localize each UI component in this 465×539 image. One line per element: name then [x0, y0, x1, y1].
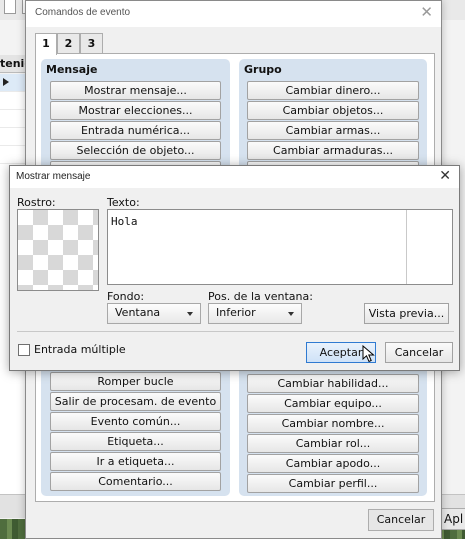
close-icon[interactable]: ✕	[439, 168, 451, 184]
change-equipment-button[interactable]: Cambiar equipo...	[247, 394, 419, 413]
chevron-down-icon	[288, 312, 294, 316]
background-select-value: Ventana	[115, 306, 161, 319]
mensaje-group-title: Mensaje	[46, 63, 98, 76]
show-choices-button[interactable]: Mostrar elecciones...	[50, 101, 221, 120]
window-position-label: Pos. de la ventana:	[208, 290, 313, 303]
window-position-select-value: Inferior	[216, 306, 256, 319]
grupo-group-title: Grupo	[244, 63, 282, 76]
toolbar-button[interactable]	[4, 0, 16, 14]
change-armors-button[interactable]: Cambiar armaduras...	[247, 141, 419, 160]
dialog-title: Mostrar mensaje	[16, 171, 91, 182]
show-text-button[interactable]: Mostrar mensaje...	[50, 81, 221, 100]
change-nickname-button[interactable]: Cambiar apodo...	[247, 454, 419, 473]
row-pointer-icon	[3, 78, 9, 86]
break-loop-button[interactable]: Romper bucle	[50, 372, 221, 391]
batch-entry-checkbox[interactable]	[18, 344, 30, 356]
dialog-cancel-button[interactable]: Cancelar	[385, 342, 453, 363]
change-items-button[interactable]: Cambiar objetos...	[247, 101, 419, 120]
close-icon[interactable]: ✕	[420, 3, 433, 21]
comment-button[interactable]: Comentario...	[50, 472, 221, 491]
background-select[interactable]: Ventana	[107, 303, 201, 324]
mouse-pointer-icon	[362, 345, 375, 363]
label-button[interactable]: Etiqueta...	[50, 432, 221, 451]
common-event-button[interactable]: Evento común...	[50, 412, 221, 431]
input-number-button[interactable]: Entrada numérica...	[50, 121, 221, 140]
change-name-button[interactable]: Cambiar nombre...	[247, 414, 419, 433]
message-text: Hola	[111, 215, 138, 228]
change-weapons-button[interactable]: Cambiar armas...	[247, 121, 419, 140]
message-text-area[interactable]: Hola	[107, 209, 453, 285]
jump-to-label-button[interactable]: Ir a etiqueta...	[50, 452, 221, 471]
exit-event-button[interactable]: Salir de procesam. de evento	[50, 392, 221, 411]
text-label: Texto:	[107, 196, 140, 209]
window-position-select[interactable]: Inferior	[208, 303, 302, 324]
batch-entry-label: Entrada múltiple	[34, 343, 126, 356]
select-item-button[interactable]: Selección de objeto...	[50, 141, 221, 160]
divider	[17, 331, 454, 332]
event-commands-titlebar: Comandos de evento ✕	[26, 1, 441, 27]
change-profile-button[interactable]: Cambiar perfil...	[247, 474, 419, 493]
chevron-down-icon	[187, 312, 193, 316]
text-width-guide	[406, 210, 407, 284]
cancel-button[interactable]: Cancelar	[368, 509, 434, 531]
show-message-dialog: Mostrar mensaje ✕ Rostro: Texto: Hola Fo…	[9, 165, 460, 371]
change-gold-button[interactable]: Cambiar dinero...	[247, 81, 419, 100]
change-skill-button[interactable]: Cambiar habilidad...	[247, 374, 419, 393]
change-class-button[interactable]: Cambiar rol...	[247, 434, 419, 453]
tab-3[interactable]: 3	[80, 33, 103, 54]
dialog-titlebar: Mostrar mensaje ✕	[10, 166, 459, 188]
face-picker[interactable]	[17, 209, 99, 291]
tab-2[interactable]: 2	[57, 33, 80, 54]
preview-button[interactable]: Vista previa...	[364, 303, 449, 324]
tab-1[interactable]: 1	[35, 33, 57, 55]
window-title: Comandos de evento	[35, 7, 131, 18]
face-label: Rostro:	[17, 196, 56, 209]
background-label: Fondo:	[107, 290, 145, 303]
